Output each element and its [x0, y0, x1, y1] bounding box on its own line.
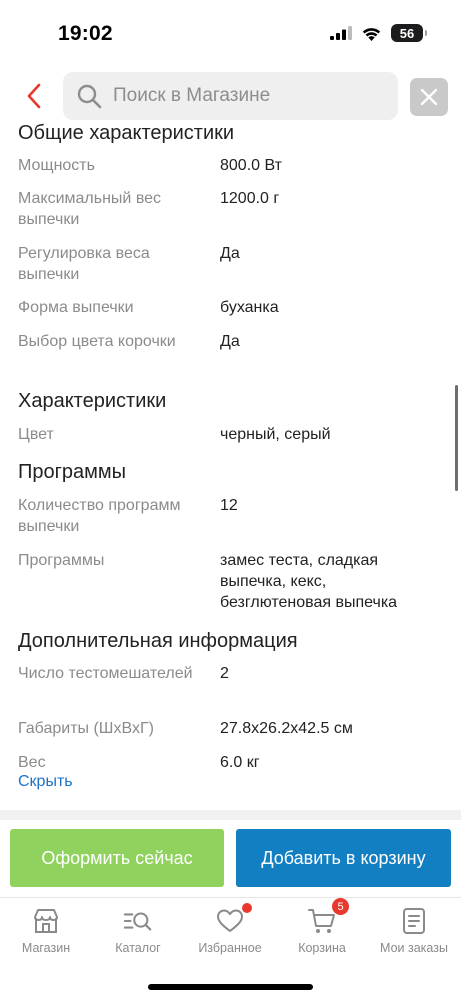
- tab-favorites[interactable]: Избранное: [184, 903, 276, 955]
- tab-label: Корзина: [298, 941, 346, 955]
- spec-value: замес теста, сладкая выпечка, кекс, безг…: [220, 552, 398, 611]
- catalog-search-icon: [123, 906, 153, 936]
- tab-label: Каталог: [115, 941, 161, 955]
- spec-value: Да: [220, 245, 240, 262]
- spec-value: 800.0 Вт: [220, 157, 282, 174]
- orders-icon: [399, 906, 429, 936]
- spec-value: буханка: [220, 299, 279, 316]
- spec-label: Форма выпечки: [18, 299, 134, 316]
- tab-label: Избранное: [198, 941, 262, 955]
- search-icon: [75, 82, 103, 110]
- spec-label: Количество программ выпечки: [18, 497, 181, 535]
- spec-label: Число тестомешателей: [18, 665, 193, 682]
- section-title-programs: Программы: [18, 461, 127, 483]
- spec-value: 12: [220, 497, 238, 514]
- section-title-general: Общие характеристики: [18, 122, 235, 144]
- home-indicator: [148, 984, 313, 990]
- section-title-characteristics: Характеристики: [18, 390, 167, 412]
- order-now-button[interactable]: Оформить сейчас: [10, 829, 224, 887]
- spec-label: Мощность: [18, 157, 95, 174]
- spec-value: Да: [220, 333, 240, 350]
- wifi-icon: [362, 27, 381, 41]
- tab-orders[interactable]: Мои заказы: [368, 906, 460, 955]
- status-bar: 19:02 56: [0, 0, 461, 62]
- search-box[interactable]: [63, 72, 398, 120]
- spec-label: Габариты (ШхВхГ): [18, 720, 154, 737]
- spec-value: 27.8x26.2x42.5 см: [220, 720, 353, 737]
- spec-label: Цвет: [18, 426, 54, 443]
- clear-search-button[interactable]: [410, 78, 448, 116]
- spec-value: черный, серый: [220, 426, 331, 443]
- notification-dot: [242, 903, 252, 913]
- hide-specs-link[interactable]: Скрыть: [18, 773, 73, 791]
- cart-icon: 5: [307, 898, 349, 936]
- chevron-left-icon: [27, 83, 41, 109]
- spec-value: 1200.0 г: [220, 190, 280, 207]
- heart-icon: [215, 903, 252, 936]
- cart-count-badge: 5: [332, 898, 349, 915]
- tab-catalog[interactable]: Каталог: [92, 906, 184, 955]
- status-icons: 56: [330, 24, 427, 42]
- section-divider: [0, 810, 461, 820]
- spec-value: 6.0 кг: [220, 754, 260, 771]
- spec-label: Вес: [18, 754, 46, 771]
- status-time: 19:02: [58, 22, 113, 45]
- battery-icon: 56: [391, 24, 427, 42]
- battery-level: 56: [399, 25, 415, 41]
- add-to-cart-button[interactable]: Добавить в корзину: [236, 829, 451, 887]
- scrollbar[interactable]: [455, 385, 458, 491]
- spec-label: Программы: [18, 552, 105, 569]
- tab-store[interactable]: Магазин: [0, 906, 92, 955]
- spec-label: Максимальный вес выпечки: [18, 190, 162, 228]
- spec-label: Выбор цвета корочки: [18, 333, 176, 350]
- search-input[interactable]: [113, 85, 373, 107]
- back-button[interactable]: [18, 78, 50, 114]
- spec-value: 2: [220, 665, 229, 682]
- specs-content[interactable]: Общие характеристики Мощность 800.0 Вт М…: [0, 120, 461, 810]
- signal-icon: [330, 26, 352, 40]
- spec-label: Регулировка веса выпечки: [18, 245, 150, 283]
- tab-label: Магазин: [21, 941, 71, 955]
- search-header: [0, 70, 461, 122]
- section-title-additional: Дополнительная информация: [18, 630, 298, 652]
- tab-cart[interactable]: 5 Корзина: [276, 898, 368, 955]
- store-icon: [31, 906, 61, 936]
- tab-label: Мои заказы: [380, 941, 448, 955]
- close-icon: [420, 88, 438, 106]
